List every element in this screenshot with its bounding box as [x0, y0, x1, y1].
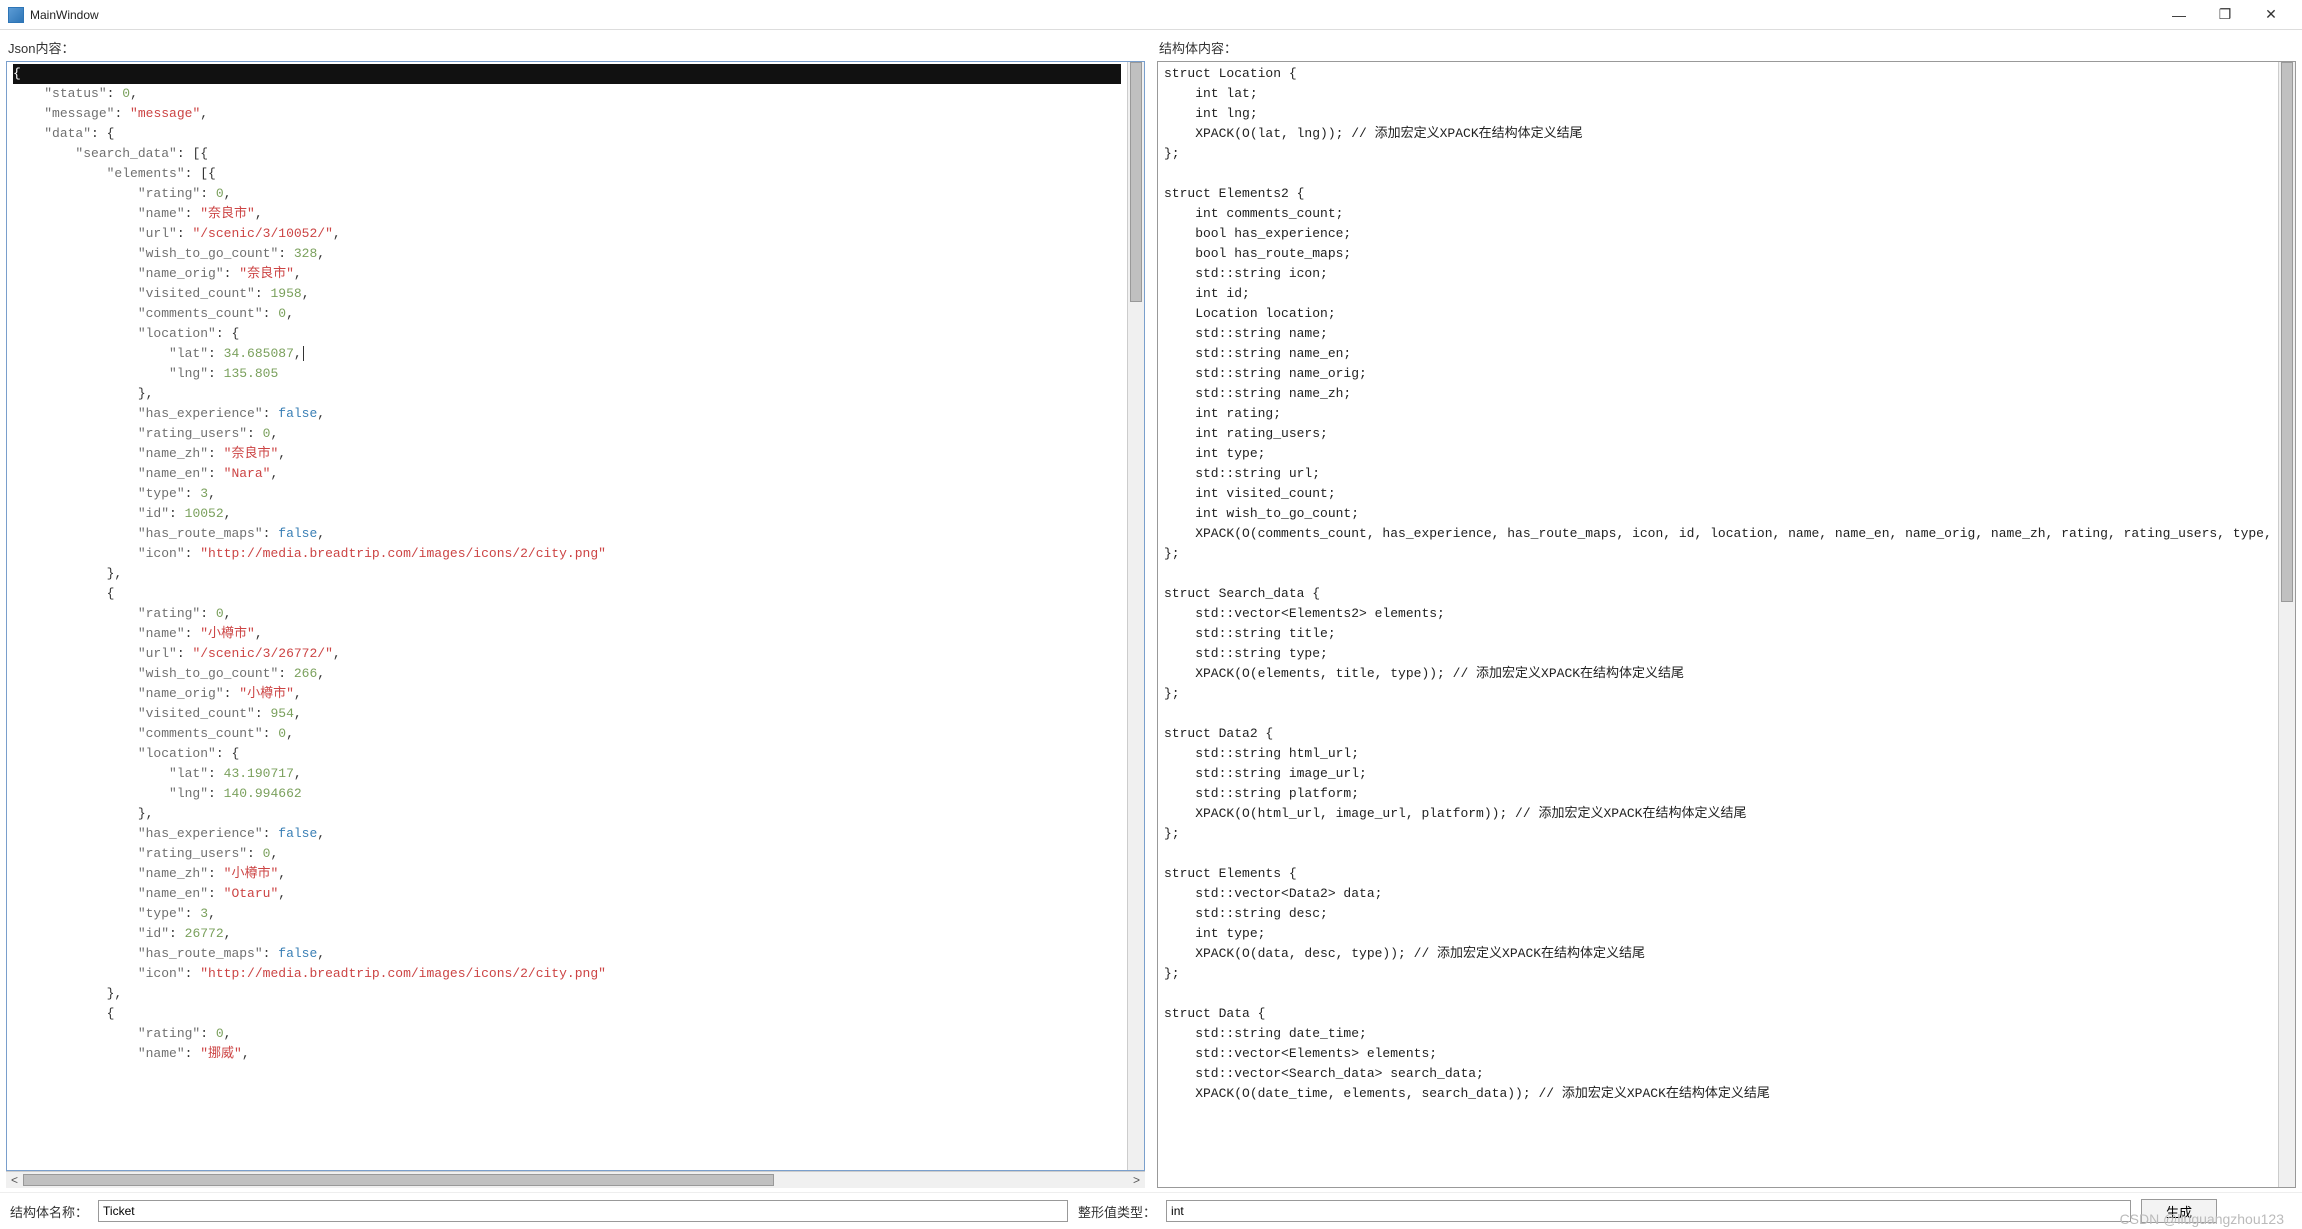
- hscroll-left-icon[interactable]: <: [6, 1172, 23, 1189]
- maximize-button[interactable]: ❐: [2202, 1, 2248, 29]
- app-icon: [8, 7, 24, 23]
- generate-button[interactable]: 生成: [2141, 1199, 2217, 1223]
- window-titlebar: MainWindow — ❐ ✕: [0, 0, 2302, 30]
- minimize-button[interactable]: —: [2156, 1, 2202, 29]
- close-button[interactable]: ✕: [2248, 1, 2294, 29]
- json-editor[interactable]: { "status": 0, "message": "message", "da…: [7, 62, 1127, 1170]
- struct-name-label: 结构体名称：: [10, 1202, 88, 1221]
- json-vscrollbar[interactable]: [1127, 62, 1144, 1170]
- struct-pane-label: 结构体内容：: [1157, 34, 2296, 61]
- json-pane: Json内容： { "status": 0, "message": "messa…: [0, 30, 1151, 1192]
- json-pane-label: Json内容：: [6, 34, 1145, 61]
- int-type-input[interactable]: [1166, 1200, 2131, 1222]
- struct-vscrollbar[interactable]: [2278, 62, 2295, 1187]
- struct-name-input[interactable]: [98, 1200, 1068, 1222]
- struct-editor[interactable]: struct Location { int lat; int lng; XPAC…: [1158, 62, 2278, 1187]
- int-type-label: 整形值类型：: [1078, 1202, 1156, 1221]
- json-hscrollbar[interactable]: < >: [6, 1171, 1145, 1188]
- window-title: MainWindow: [30, 8, 99, 22]
- hscroll-right-icon[interactable]: >: [1128, 1172, 1145, 1189]
- bottom-bar: 结构体名称： 整形值类型： 生成: [0, 1192, 2302, 1229]
- struct-pane: 结构体内容： struct Location { int lat; int ln…: [1151, 30, 2302, 1192]
